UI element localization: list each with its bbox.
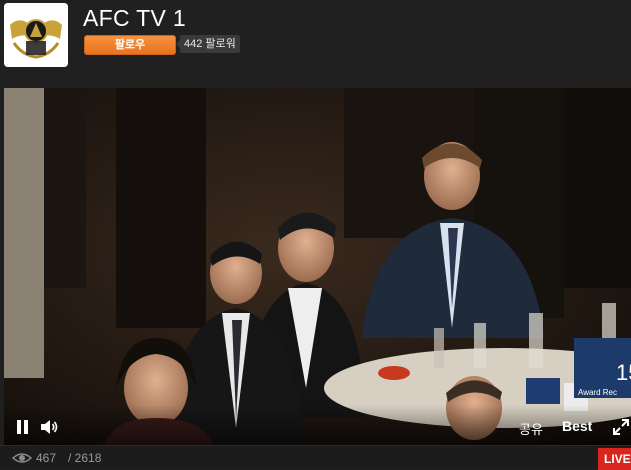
channel-logo[interactable] [4, 3, 68, 67]
video-frame: 15 Award Rec [4, 88, 631, 445]
eye-icon [12, 453, 32, 463]
video-player[interactable]: 15 Award Rec 공유 Best [4, 88, 631, 445]
volume-icon [41, 420, 58, 434]
share-button[interactable]: 공유 [519, 419, 543, 438]
viewer-count-total: / 2618 [68, 451, 102, 465]
player-controls: 공유 Best [4, 405, 631, 445]
pause-button[interactable] [16, 419, 30, 435]
fullscreen-button[interactable] [613, 419, 629, 435]
afc-awards-logo-icon [4, 3, 68, 67]
channel-title: AFC TV 1 [83, 5, 186, 31]
follower-count: 442 팔로워 [176, 35, 240, 53]
pause-icon [17, 420, 28, 434]
volume-button[interactable] [40, 419, 60, 435]
viewer-status-bar: 467 / 2618 LIVE [0, 445, 631, 470]
award-sign-text: Award Rec [578, 388, 617, 397]
fullscreen-icon [613, 419, 629, 435]
viewer-count-current: 467 [36, 451, 57, 465]
channel-header: AFC TV 1 팔로우 442 팔로워 [0, 0, 631, 86]
follow-button[interactable]: 팔로우 [84, 35, 176, 55]
award-sign-number: 15 [616, 360, 631, 385]
quality-button[interactable]: Best [562, 418, 592, 434]
